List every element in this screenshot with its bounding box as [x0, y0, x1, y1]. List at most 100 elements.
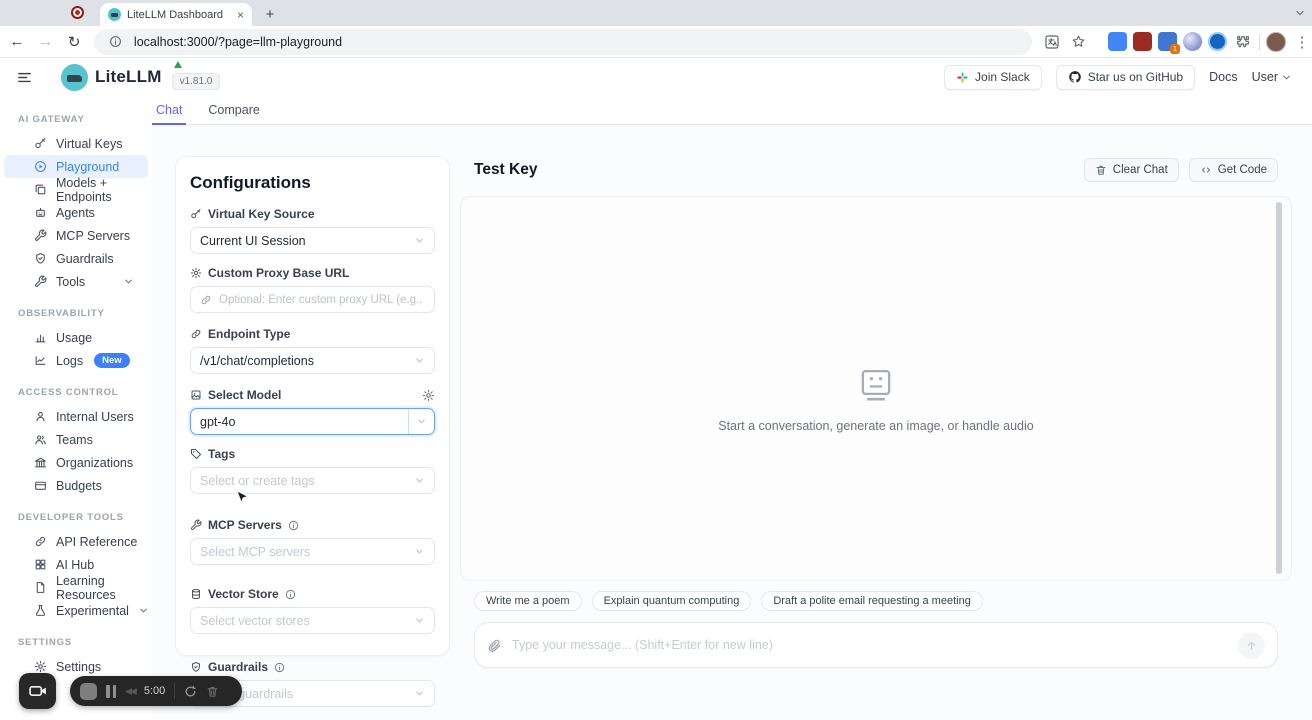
field-label: Vector Store: [208, 587, 279, 601]
app-name: LiteLLM: [95, 67, 162, 86]
sidebar-item-budgets[interactable]: Budgets: [4, 474, 148, 497]
star-github-button[interactable]: Star us on GitHub: [1055, 64, 1196, 90]
tab-strip-chevron-icon[interactable]: [1294, 7, 1306, 19]
info-icon[interactable]: [274, 662, 285, 673]
sidebar-item-virtual-keys[interactable]: Virtual Keys: [4, 132, 148, 155]
sidebar-item-label: Organizations: [56, 455, 134, 470]
restart-record-icon[interactable]: [184, 685, 197, 698]
virtual-key-source-select[interactable]: Current UI Session: [190, 227, 435, 254]
sidebar-item-organizations[interactable]: Organizations: [4, 451, 148, 474]
slack-icon: [956, 71, 969, 84]
user-menu[interactable]: User: [1252, 70, 1292, 84]
tab-chat[interactable]: Chat: [151, 96, 187, 125]
sidebar-item-learning-resources[interactable]: Learning Resources: [4, 574, 148, 602]
model-settings-gear-icon[interactable]: [422, 389, 435, 402]
recorder-camera-button[interactable]: [19, 673, 56, 709]
sidebar-item-teams[interactable]: Teams: [4, 428, 148, 451]
sidebar-section-access-control: ACCESS CONTROL: [18, 387, 119, 398]
browser-tab-strip: LiteLLM Dashboard × +: [0, 0, 1312, 26]
sidebar-item-label: Playground: [56, 159, 120, 174]
field-label: MCP Servers: [208, 518, 282, 532]
vector-store-select[interactable]: Select vector stores: [190, 607, 435, 634]
new-tab-button[interactable]: +: [260, 4, 280, 24]
sidebar-item-mcp-servers[interactable]: MCP Servers: [4, 224, 148, 247]
tab-compare[interactable]: Compare: [208, 96, 259, 124]
join-slack-button[interactable]: Join Slack: [944, 64, 1042, 90]
bookmark-star-icon[interactable]: [1068, 32, 1088, 52]
browser-tab-title: LiteLLM Dashboard: [127, 8, 224, 21]
chevron-down-icon: [414, 475, 425, 486]
chip-write-poem[interactable]: Write me a poem: [474, 591, 582, 611]
field-label: Custom Proxy Base URL: [208, 266, 350, 280]
users-icon: [34, 433, 47, 446]
recorder-divider: [174, 683, 176, 699]
extension-icon-1[interactable]: [1108, 32, 1127, 51]
rewind-icon[interactable]: ◀◀: [125, 686, 137, 697]
copy-icon: [34, 183, 47, 196]
info-icon[interactable]: [288, 520, 299, 531]
sidebar-item-logs[interactable]: Logs New: [4, 349, 148, 372]
tab-recording-indicator: [71, 6, 84, 19]
sidebar-item-label: API Reference: [56, 534, 138, 549]
chat-scrollbar[interactable]: [1276, 202, 1282, 574]
line-chart-icon: [34, 354, 47, 367]
browser-profile-avatar[interactable]: [1266, 31, 1286, 52]
browser-menu-icon[interactable]: ⋮: [1292, 32, 1312, 52]
browser-tab[interactable]: LiteLLM Dashboard ×: [100, 3, 252, 26]
sidebar-item-models-endpoints[interactable]: Models + Endpoints: [4, 176, 148, 204]
sidebar-item-usage[interactable]: Usage: [4, 326, 148, 349]
get-code-button[interactable]: Get Code: [1188, 158, 1278, 182]
extension-icon-3[interactable]: 1: [1158, 32, 1180, 54]
close-tab-icon[interactable]: ×: [237, 8, 244, 22]
url-bar[interactable]: localhost:3000/?page=llm-playground: [93, 28, 1032, 55]
sidebar-item-internal-users[interactable]: Internal Users: [4, 405, 148, 428]
sidebar-item-guardrails[interactable]: Guardrails: [4, 247, 148, 270]
empty-state-text: Start a conversation, generate an image,…: [718, 419, 1034, 433]
key-icon: [34, 137, 47, 150]
extension-icon-4[interactable]: [1183, 32, 1202, 51]
sidebar-item-tools[interactable]: Tools: [4, 270, 148, 293]
user-icon: [34, 410, 47, 423]
app-logo[interactable]: LiteLLM: [61, 63, 162, 91]
chip-quantum[interactable]: Explain quantum computing: [591, 591, 752, 611]
chevron-down-icon: [414, 688, 425, 699]
sidebar-item-api-reference[interactable]: API Reference: [4, 530, 148, 553]
field-label: Select Model: [208, 388, 282, 402]
discard-record-icon[interactable]: [206, 685, 219, 698]
extension-icon-2[interactable]: [1133, 32, 1152, 51]
sidebar-item-label: Internal Users: [56, 409, 134, 424]
stop-record-button[interactable]: [80, 682, 97, 700]
tools-icon: [34, 275, 47, 288]
video-camera-icon: [28, 681, 48, 701]
reload-button[interactable]: ↻: [62, 30, 86, 54]
chat-messages-area: Start a conversation, generate an image,…: [460, 196, 1292, 581]
get-code-label: Get Code: [1217, 164, 1267, 176]
translate-icon[interactable]: [1042, 32, 1062, 52]
sidebar-toggle-icon[interactable]: [16, 69, 33, 86]
clear-chat-button[interactable]: Clear Chat: [1083, 158, 1179, 182]
custom-proxy-input[interactable]: [219, 293, 425, 306]
attachment-paperclip-icon[interactable]: [487, 638, 502, 653]
forward-button[interactable]: →: [34, 30, 58, 54]
field-label: Tags: [208, 447, 236, 461]
extension-icon-5[interactable]: [1208, 32, 1227, 51]
select-model-select[interactable]: gpt-4o: [190, 408, 435, 435]
sidebar-item-agents[interactable]: Agents: [4, 201, 148, 224]
back-button[interactable]: ←: [5, 30, 29, 54]
mouse-cursor: [233, 489, 250, 506]
send-button[interactable]: [1238, 631, 1265, 659]
endpoint-type-select[interactable]: /v1/chat/completions: [190, 347, 435, 374]
version-badge: v1.81.0: [171, 73, 221, 90]
sidebar-item-experimental[interactable]: Experimental: [4, 599, 148, 622]
chip-polite-email[interactable]: Draft a polite email requesting a meetin…: [761, 591, 983, 611]
pause-button[interactable]: [106, 684, 116, 698]
sidebar-item-label: Usage: [56, 330, 93, 345]
message-input[interactable]: [512, 638, 1228, 652]
docs-link[interactable]: Docs: [1209, 70, 1237, 84]
info-icon[interactable]: [285, 589, 296, 600]
tags-select[interactable]: Select or create tags: [190, 467, 435, 494]
extensions-puzzle-icon[interactable]: [1233, 32, 1253, 52]
mcp-servers-label-row: MCP Servers: [190, 518, 435, 532]
site-info-icon[interactable]: [106, 32, 126, 52]
mcp-servers-select[interactable]: Select MCP servers: [190, 538, 435, 565]
